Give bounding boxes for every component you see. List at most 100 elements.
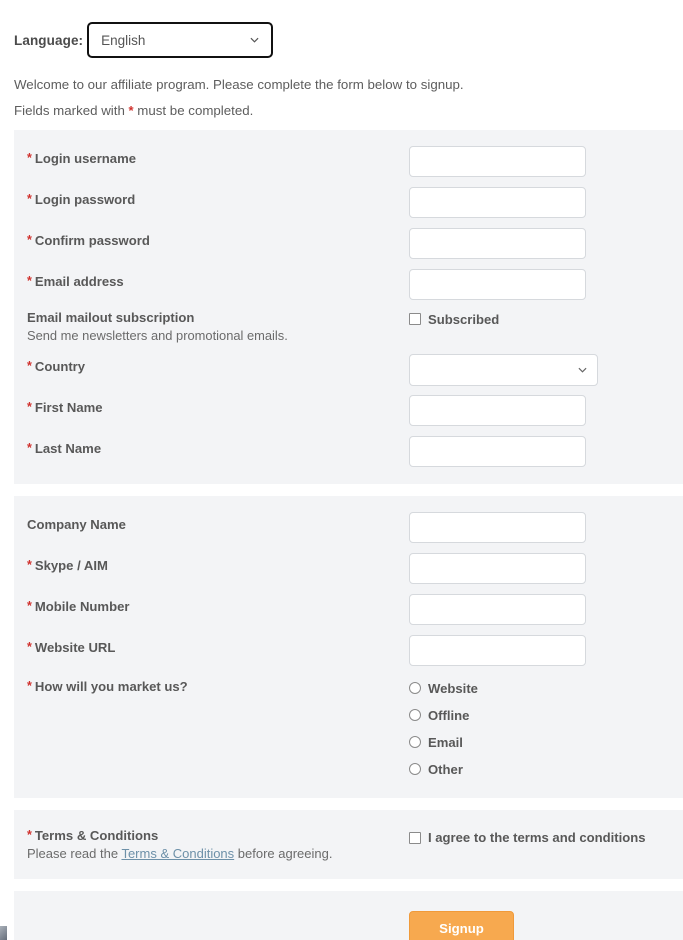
- label-text: Confirm password: [34, 232, 150, 248]
- subscribed-checkbox-row[interactable]: Subscribed: [409, 310, 683, 327]
- field-row-company-name: Company Name: [14, 510, 683, 551]
- field-row-email-address: * Email address: [14, 267, 683, 308]
- terms-row: * Terms & Conditions Please read the Term…: [14, 826, 683, 861]
- radio-label: Offline: [428, 707, 470, 723]
- language-select[interactable]: English: [87, 22, 274, 58]
- account-details-panel: * Login username * Login password * Confirm…: [14, 129, 683, 484]
- required-star: *: [27, 678, 32, 693]
- radio-button[interactable]: [409, 682, 421, 695]
- login-password-input[interactable]: [409, 186, 586, 218]
- intro-line-2: Fields marked with * must be completed.: [14, 102, 683, 120]
- country-select[interactable]: [409, 353, 598, 386]
- field-row-login-password: * Login password: [14, 185, 683, 226]
- first-name-input[interactable]: [409, 394, 586, 426]
- page-corner-artifact: [0, 926, 7, 940]
- required-star: *: [27, 191, 32, 206]
- language-row: Language: English: [0, 0, 683, 58]
- intro-line2-after: must be completed.: [133, 102, 254, 118]
- required-star: *: [27, 598, 32, 613]
- label-first-name: * First Name: [27, 393, 409, 416]
- required-star: *: [27, 399, 32, 414]
- mobile-number-input[interactable]: [409, 593, 586, 625]
- label-country: * Country: [27, 352, 409, 375]
- website-url-input[interactable]: [409, 634, 586, 666]
- chevron-down-icon: [578, 367, 587, 373]
- agree-terms-label: I agree to the terms and conditions: [428, 829, 646, 845]
- label-confirm-password: * Confirm password: [27, 226, 409, 249]
- label-text: Company Name: [27, 516, 126, 532]
- company-name-input[interactable]: [409, 511, 586, 543]
- mailout-sublabel: Send me newsletters and promotional emai…: [27, 328, 288, 344]
- field-row-last-name: * Last Name: [14, 434, 683, 470]
- label-company-name: Company Name: [27, 510, 409, 533]
- marketing-method-radio-group: Website Offline Email Other: [409, 676, 683, 777]
- label-mobile-number: * Mobile Number: [27, 592, 409, 615]
- required-star: *: [27, 358, 32, 373]
- label-text: Terms & Conditions: [34, 827, 159, 843]
- required-star: *: [27, 150, 32, 165]
- label-text: Website URL: [34, 639, 116, 655]
- field-row-country: * Country: [14, 352, 683, 393]
- intro-text: Welcome to our affiliate program. Please…: [0, 58, 683, 120]
- required-star: *: [27, 557, 32, 572]
- terms-panel: * Terms & Conditions Please read the Term…: [14, 809, 683, 879]
- confirm-password-input[interactable]: [409, 227, 586, 259]
- radio-label: Website: [428, 680, 478, 696]
- agree-terms-checkbox[interactable]: [409, 831, 421, 844]
- radio-option-website[interactable]: Website: [409, 681, 683, 696]
- terms-sub-after: before agreeing.: [234, 845, 333, 861]
- label-text: First Name: [34, 399, 103, 415]
- skype-aim-input[interactable]: [409, 552, 586, 584]
- field-row-website-url: * Website URL: [14, 633, 683, 674]
- label-text: Mobile Number: [34, 598, 130, 614]
- label-skype-aim: * Skype / AIM: [27, 551, 409, 574]
- radio-label: Email: [428, 734, 463, 750]
- radio-label: Other: [428, 761, 463, 777]
- language-select-value: English: [101, 32, 146, 48]
- required-star: *: [27, 639, 32, 654]
- last-name-input[interactable]: [409, 435, 586, 467]
- label-marketing-method: * How will you market us?: [27, 674, 409, 695]
- terms-sub-before: Please read the: [27, 845, 122, 861]
- field-row-marketing-method: * How will you market us? Website Offline…: [14, 674, 683, 784]
- label-text: How will you market us?: [34, 678, 188, 694]
- field-row-confirm-password: * Confirm password: [14, 226, 683, 267]
- label-email-address: * Email address: [27, 267, 409, 290]
- field-row-mailout-subscription: Email mailout subscription Send me newsl…: [14, 308, 683, 352]
- label-text: Email address: [34, 273, 124, 289]
- radio-button[interactable]: [409, 736, 421, 749]
- login-username-input[interactable]: [409, 145, 586, 177]
- field-row-login-username: * Login username: [14, 144, 683, 185]
- label-text: Login password: [34, 191, 136, 207]
- required-star: *: [27, 232, 32, 247]
- terms-text-block: * Terms & Conditions Please read the Term…: [27, 828, 409, 861]
- label-text: Email mailout subscription: [27, 309, 195, 325]
- field-row-skype-aim: * Skype / AIM: [14, 551, 683, 592]
- submit-panel: Signup: [14, 890, 683, 940]
- required-star: *: [27, 827, 32, 842]
- label-login-username: * Login username: [27, 144, 409, 167]
- radio-option-other[interactable]: Other: [409, 762, 683, 777]
- terms-and-conditions-link[interactable]: Terms & Conditions: [121, 846, 234, 861]
- label-text: Last Name: [34, 440, 102, 456]
- subscribed-label: Subscribed: [428, 311, 500, 327]
- contact-details-panel: Company Name * Skype / AIM * Mobile Number…: [14, 495, 683, 798]
- signup-button[interactable]: Signup: [409, 910, 514, 940]
- language-label: Language:: [14, 32, 84, 48]
- radio-option-email[interactable]: Email: [409, 735, 683, 750]
- chevron-down-icon: [250, 37, 259, 43]
- radio-button[interactable]: [409, 709, 421, 722]
- label-text: Country: [34, 358, 86, 374]
- label-text: Skype / AIM: [34, 557, 108, 573]
- intro-line2-before: Fields marked with: [14, 102, 129, 118]
- radio-button[interactable]: [409, 763, 421, 776]
- subscribed-checkbox[interactable]: [409, 313, 421, 326]
- email-address-input[interactable]: [409, 268, 586, 300]
- affiliate-signup-page: Language: English Welcome to our affilia…: [0, 0, 683, 940]
- field-row-mobile-number: * Mobile Number: [14, 592, 683, 633]
- radio-option-offline[interactable]: Offline: [409, 708, 683, 723]
- terms-agree-block: I agree to the terms and conditions: [409, 828, 683, 845]
- label-text: Login username: [34, 150, 137, 166]
- terms-title: * Terms & Conditions: [27, 828, 409, 843]
- terms-subtext: Please read the Terms & Conditions befor…: [27, 846, 409, 861]
